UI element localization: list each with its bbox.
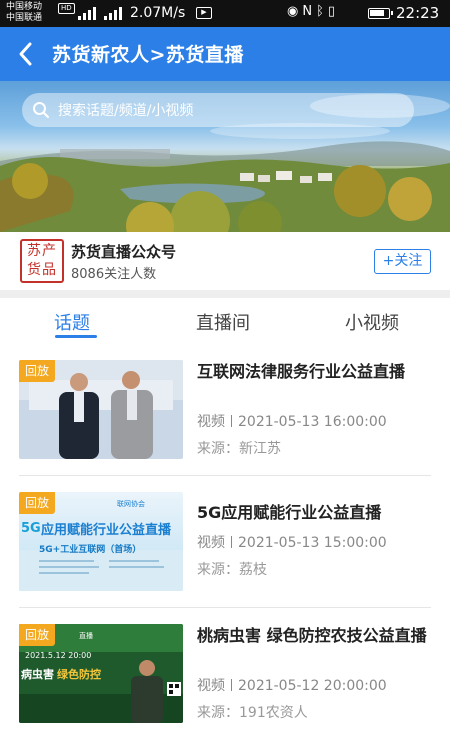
tab-topics[interactable]: 话题 <box>54 309 90 335</box>
item-divider <box>19 607 431 608</box>
video-thumbnail[interactable]: 病虫害 绿色防控 2021.5.12 20:00 直播 回放 <box>19 624 183 723</box>
eye-icon: ◉ <box>287 4 303 19</box>
status-icons: ◉Nᛒ▯ <box>287 4 339 19</box>
tab-bar: 话题 直播间 小视频 <box>0 298 450 344</box>
thumb-org: 联网协会 <box>117 499 145 508</box>
logo-text-top: 苏产 <box>27 243 57 259</box>
thumb-date: 2021.5.12 20:00 <box>25 651 91 660</box>
media-icon: ▶ <box>196 7 212 19</box>
tab-short-videos[interactable]: 小视频 <box>345 309 399 335</box>
account-logo: 苏产 货品 <box>20 239 64 283</box>
search-icon <box>32 101 50 119</box>
item-title[interactable]: 桃病虫害 绿色防控农技公益直播 <box>197 624 429 648</box>
thumb-live: 直播 <box>79 631 93 640</box>
carrier-names: 中国移动 中国联通 <box>6 2 42 24</box>
banner-image: 搜索话题/频道/小视频 <box>0 81 450 232</box>
thumb-subtitle: 5G+工业互联网（首场） <box>39 543 141 555</box>
search-placeholder: 搜索话题/频道/小视频 <box>58 103 194 119</box>
page-title: 苏货新农人>苏货直播 <box>52 44 244 66</box>
nfc-icon: N <box>302 4 317 19</box>
item-title[interactable]: 5G应用赋能行业公益直播 <box>197 501 429 525</box>
logo-text-bottom: 货品 <box>27 262 57 278</box>
account-header: 苏产 货品 苏货直播公众号 8086关注人数 +关注 <box>0 232 450 290</box>
item-title[interactable]: 互联网法律服务行业公益直播 <box>197 360 429 384</box>
replay-badge: 回放 <box>19 360 55 382</box>
carrier-1: 中国移动 <box>6 2 43 12</box>
list-item[interactable]: 病虫害 绿色防控 2021.5.12 20:00 直播 回放 桃病虫害 绿色防控… <box>0 624 450 750</box>
thumb-caption-a: 病虫害 <box>21 667 54 681</box>
network-speed: 2.07M/s <box>130 5 186 21</box>
item-type: 视频 <box>197 535 225 551</box>
item-source: 来源：新江苏 <box>197 441 281 457</box>
item-time: 2021-05-13 15:00:00 <box>238 535 387 551</box>
follow-button[interactable]: +关注 <box>374 249 431 274</box>
item-time: 2021-05-13 16:00:00 <box>238 414 387 430</box>
carrier-2: 中国联通 <box>6 13 43 23</box>
item-meta: 视频 2021-05-12 20:00:00 <box>197 675 387 695</box>
list-item[interactable]: 回放 互联网法律服务行业公益直播 视频 2021-05-13 16:00:00 来… <box>0 360 450 490</box>
nav-bar: 苏货新农人>苏货直播 <box>0 27 450 81</box>
signal-icon-2 <box>104 6 126 20</box>
status-bar: 中国移动 中国联通 HD 2.07M/s ▶ ◉Nᛒ▯ 22:23 <box>0 0 450 27</box>
item-divider <box>19 475 431 476</box>
signal-icon <box>78 6 100 20</box>
replay-badge: 回放 <box>19 624 55 646</box>
replay-badge: 回放 <box>19 492 55 514</box>
thumb-5g: 5G <box>21 521 41 536</box>
vibrate-icon: ▯ <box>327 4 340 19</box>
active-tab-indicator <box>55 335 97 338</box>
list-item[interactable]: 5G 应用赋能行业公益直播 5G+工业互联网（首场） 联网协会 回放 5G应用赋… <box>0 492 450 622</box>
item-source: 来源：191农资人 <box>197 705 308 721</box>
tab-live-rooms[interactable]: 直播间 <box>196 309 250 335</box>
bluetooth-icon: ᛒ <box>316 4 328 19</box>
clock: 22:23 <box>396 4 440 22</box>
account-name: 苏货直播公众号 <box>71 243 177 261</box>
video-thumbnail[interactable]: 回放 <box>19 360 183 459</box>
hd-badge: HD <box>58 3 75 14</box>
video-thumbnail[interactable]: 5G 应用赋能行业公益直播 5G+工业互联网（首场） 联网协会 回放 <box>19 492 183 591</box>
back-arrow-icon[interactable] <box>14 38 42 70</box>
search-bar[interactable]: 搜索话题/频道/小视频 <box>22 93 414 127</box>
item-meta: 视频 2021-05-13 15:00:00 <box>197 532 387 552</box>
item-meta: 视频 2021-05-13 16:00:00 <box>197 411 387 431</box>
section-divider <box>0 290 450 298</box>
thumb-caption-b: 绿色防控 <box>57 667 101 681</box>
item-type: 视频 <box>197 414 225 430</box>
battery-icon <box>368 8 393 19</box>
item-type: 视频 <box>197 678 225 694</box>
follower-count: 8086关注人数 <box>71 267 157 282</box>
item-source: 来源：荔枝 <box>197 562 267 578</box>
thumb-title: 应用赋能行业公益直播 <box>41 522 172 538</box>
item-time: 2021-05-12 20:00:00 <box>238 678 387 694</box>
